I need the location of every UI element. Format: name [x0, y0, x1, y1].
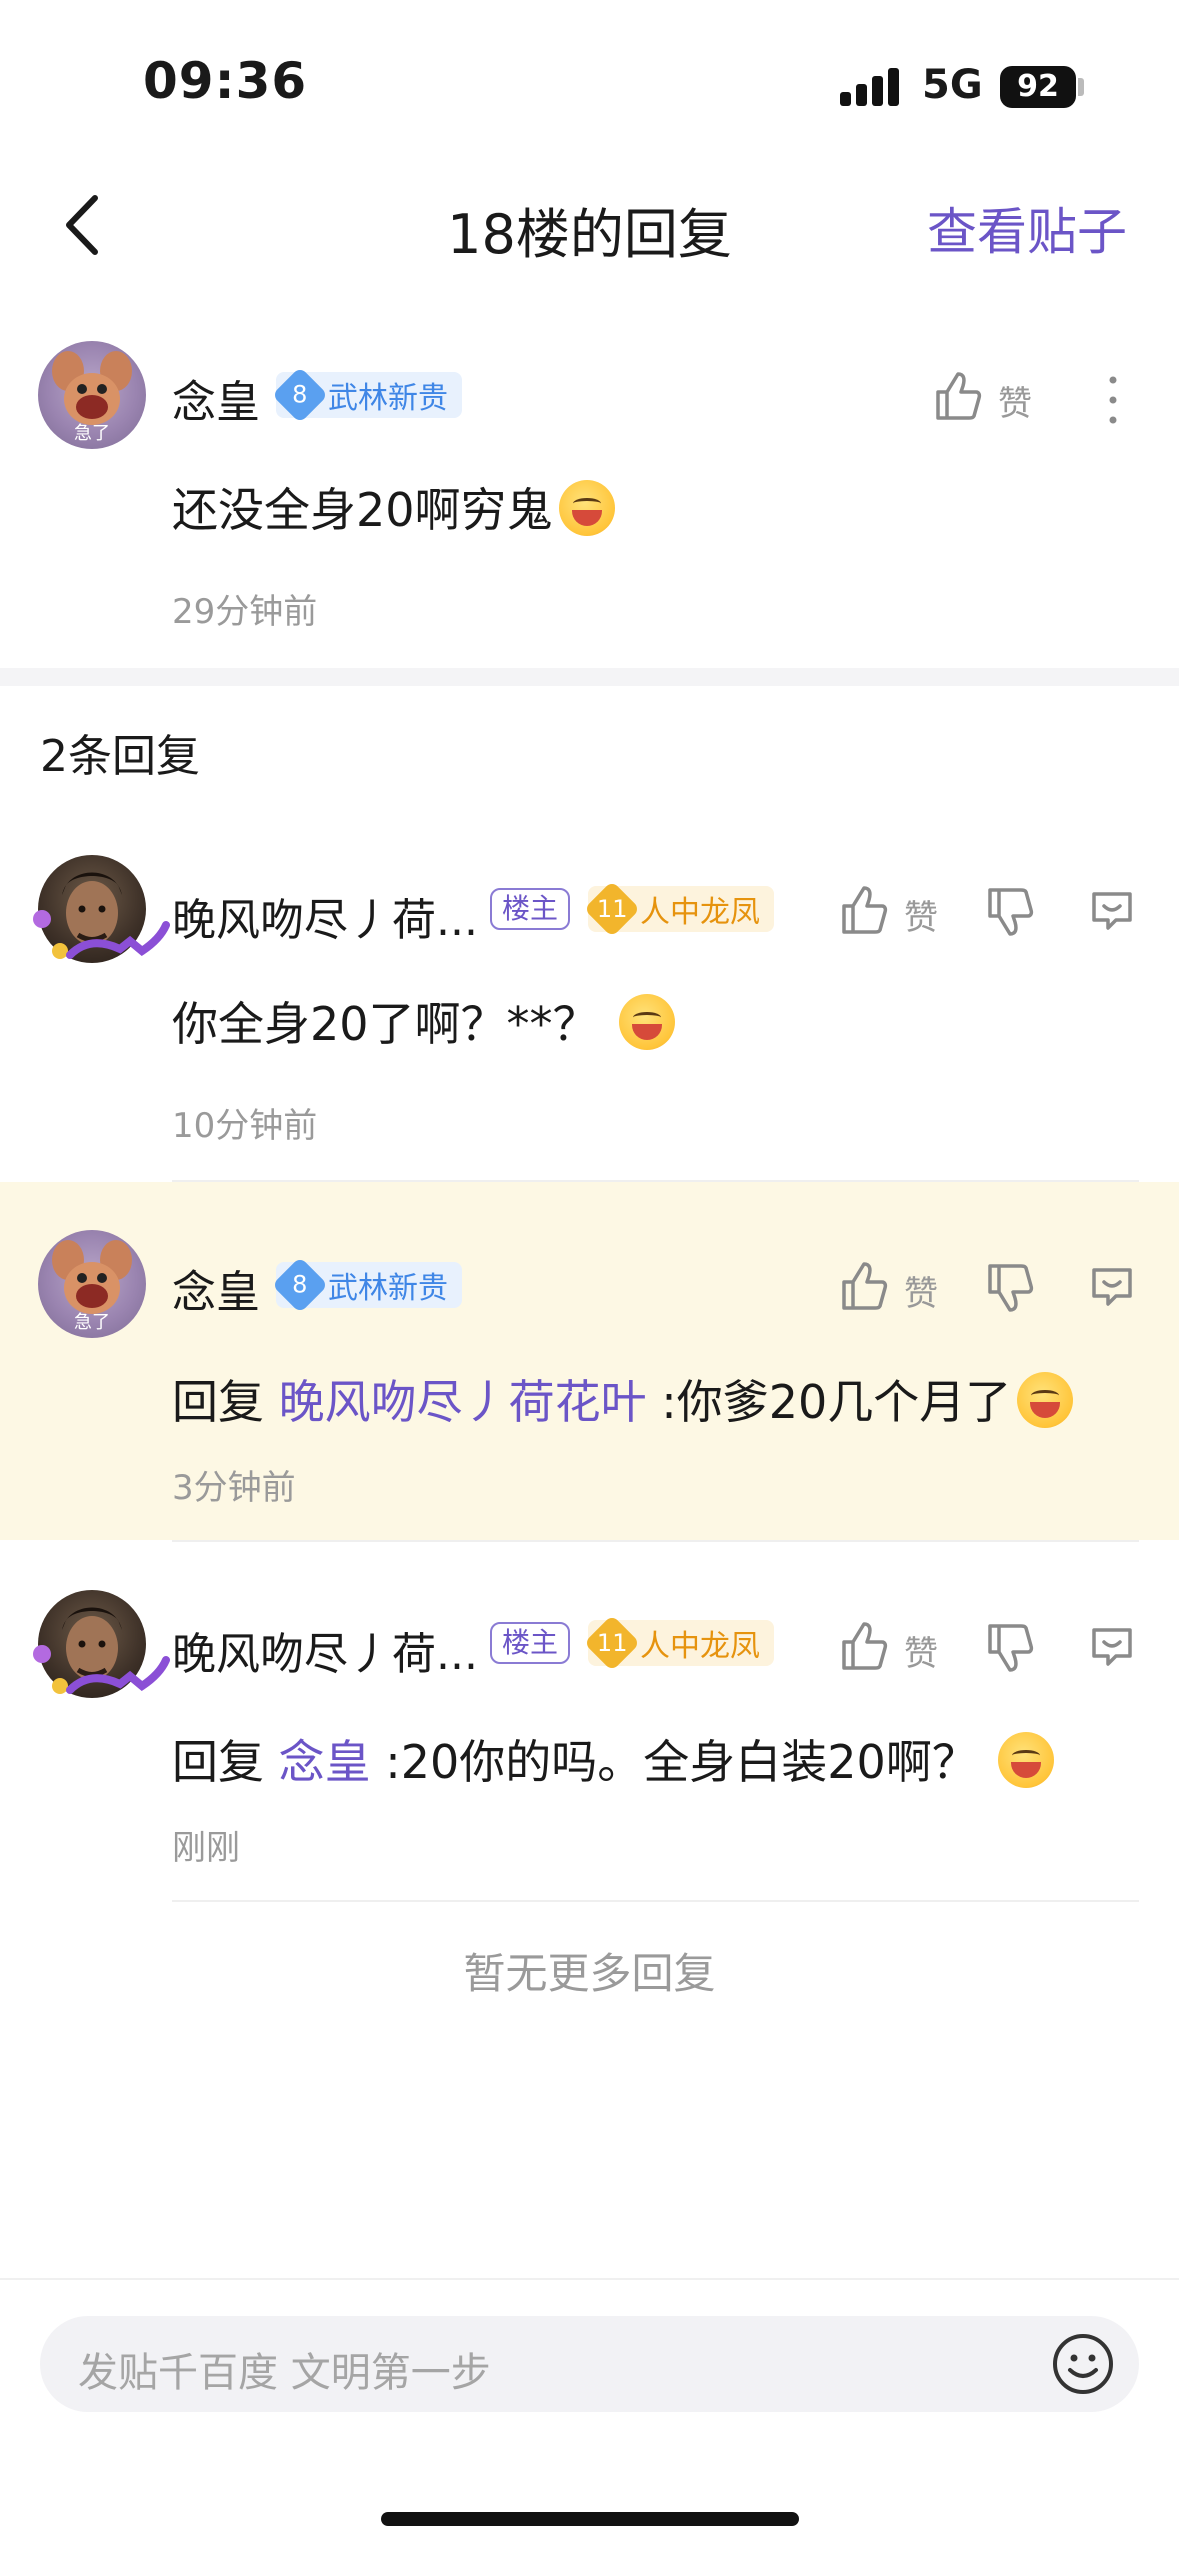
battery-tip [1078, 78, 1084, 96]
mention-link[interactable]: 念皇 [279, 1735, 371, 1789]
bottom-bar: 发贴千百度 文明第一步 [0, 2278, 1179, 2556]
level-number: 11 [596, 1628, 628, 1657]
avatar-caption: 急了 [74, 1312, 110, 1333]
thumbs-down-icon [988, 888, 1034, 936]
more-icon [1109, 376, 1117, 424]
owner-tag: 楼主 [490, 888, 571, 930]
avatar-caption: 急了 [74, 423, 110, 444]
like-button[interactable]: 赞 [840, 884, 960, 940]
thumbs-up-icon [936, 372, 982, 420]
sweat-emoji-icon [1017, 1372, 1074, 1428]
section-divider [0, 668, 1179, 686]
mention-link[interactable]: 晚风吻尽丿荷花叶 [279, 1375, 647, 1429]
battery-icon: 92 [1000, 66, 1076, 108]
laughing-emoji-icon [558, 480, 615, 536]
reply-content: 回复 晚风吻尽丿荷花叶 :你爹20几个月了 [172, 1366, 1074, 1432]
reply-time: 10分钟前 [172, 1106, 318, 1146]
level-number: 8 [292, 1271, 308, 1299]
divider [172, 1540, 1139, 1542]
reply-time: 3分钟前 [172, 1468, 296, 1508]
level-number: 8 [292, 381, 308, 409]
reply-count: 2条回复 [40, 731, 200, 782]
username[interactable]: 晚风吻尽丿荷... [172, 1618, 478, 1682]
reply-text: :20你的吗。全身白装20啊？ [385, 1735, 978, 1789]
level-title: 武林新贵 [328, 1271, 448, 1306]
like-label: 赞 [904, 1634, 938, 1674]
avatar[interactable]: 急了 [38, 1230, 146, 1338]
view-post-link[interactable]: 查看贴子 [927, 192, 1127, 264]
like-label: 赞 [904, 898, 938, 938]
username[interactable]: 晚风吻尽丿荷... [172, 884, 478, 948]
emoji-button[interactable] [1051, 2332, 1115, 2396]
divider [172, 1900, 1139, 1902]
comment-button[interactable] [1088, 886, 1136, 934]
like-button[interactable]: 赞 [840, 1620, 960, 1676]
status-bar: 09:36 5G 92 [0, 0, 1179, 150]
no-more-replies: 暂无更多回复 [463, 1949, 716, 1998]
level-number: 11 [596, 894, 628, 923]
avatar-frame-decoration [30, 905, 170, 959]
level-title: 武林新贵 [328, 381, 448, 416]
post-content: 还没全身20啊穷鬼 [172, 474, 615, 540]
signal-icon [840, 66, 900, 106]
level-badge: 8 武林新贵 [271, 366, 462, 424]
dislike-button[interactable] [986, 886, 1034, 938]
more-button[interactable] [1100, 372, 1126, 428]
like-button[interactable]: 赞 [934, 370, 1054, 426]
username[interactable]: 念皇 [172, 1256, 260, 1320]
thumbs-up-icon [842, 1622, 888, 1670]
level-title: 人中龙凤 [640, 1629, 760, 1664]
laughing-emoji-icon [619, 994, 676, 1050]
post-time: 29分钟前 [172, 592, 318, 632]
thumbs-down-icon [988, 1264, 1034, 1312]
reply-prefix: 回复 [172, 1735, 264, 1789]
avatar-frame-decoration [30, 1640, 170, 1694]
reply-time: 刚刚 [172, 1828, 240, 1868]
post-text: 还没全身20啊穷鬼 [172, 483, 553, 537]
reply-text: 你全身20了啊？**？ [172, 997, 599, 1051]
status-time: 09:36 [143, 52, 308, 110]
level-title: 人中龙凤 [640, 895, 760, 930]
owner-tag: 楼主 [490, 1622, 571, 1664]
reply-prefix: 回复 [172, 1375, 264, 1429]
reply-content: 回复 念皇 :20你的吗。全身白装20啊？ [172, 1726, 1055, 1792]
reply-content: 你全身20了啊？**？ [172, 988, 676, 1054]
username[interactable]: 念皇 [172, 366, 260, 430]
dislike-button[interactable] [986, 1262, 1034, 1314]
emoji-icon [1053, 2334, 1113, 2394]
avatar[interactable]: 急了 [38, 341, 146, 449]
comment-icon [1092, 1268, 1132, 1306]
level-badge: 11 人中龙凤 [583, 880, 774, 938]
reply-text: :你爹20几个月了 [661, 1375, 1012, 1429]
like-label: 赞 [998, 384, 1032, 424]
comment-button[interactable] [1088, 1622, 1136, 1670]
laughing-emoji-icon [998, 1732, 1055, 1788]
thumbs-up-icon [842, 1262, 888, 1310]
thumbs-down-icon [988, 1624, 1034, 1672]
comment-icon [1092, 1628, 1132, 1666]
thumbs-up-icon [842, 886, 888, 934]
reply-input[interactable]: 发贴千百度 文明第一步 [40, 2316, 1139, 2412]
home-indicator [381, 2512, 799, 2526]
like-button[interactable]: 赞 [840, 1260, 960, 1316]
nav-bar: 18楼的回复 查看贴子 [0, 170, 1179, 280]
level-badge: 11 人中龙凤 [583, 1614, 774, 1672]
network-label: 5G [922, 62, 983, 108]
input-placeholder: 发贴千百度 文明第一步 [78, 2350, 491, 2396]
comment-icon [1092, 892, 1132, 930]
dislike-button[interactable] [986, 1622, 1034, 1674]
like-label: 赞 [904, 1274, 938, 1314]
comment-button[interactable] [1088, 1262, 1136, 1310]
level-badge: 8 武林新贵 [271, 1256, 462, 1314]
